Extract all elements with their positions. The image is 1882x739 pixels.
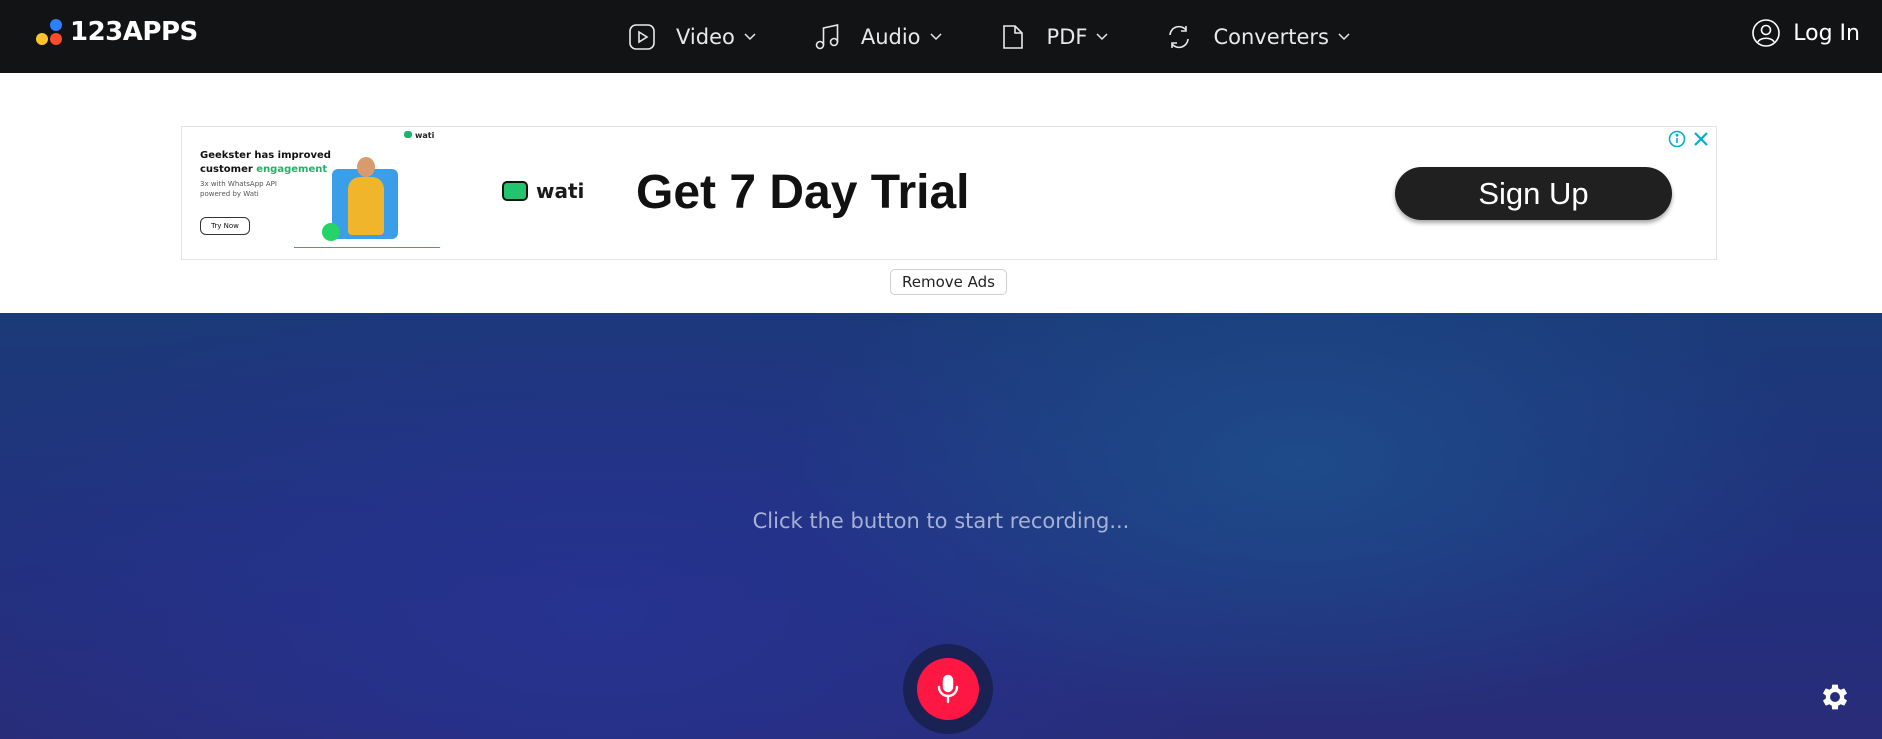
nav-item-pdf[interactable]: PDF — [999, 23, 1110, 51]
nav-label-video: Video — [676, 24, 735, 49]
chevron-down-icon — [1096, 32, 1108, 40]
user-icon — [1752, 19, 1781, 47]
recording-status-text: Click the button to start recording... — [752, 509, 1130, 533]
ad-small-headline: Geekster has improved customer engagemen… — [200, 150, 331, 175]
ad-sign-up-button[interactable]: Sign Up — [1395, 167, 1672, 220]
record-button[interactable] — [917, 658, 979, 720]
record-button-ring — [903, 644, 993, 734]
logo-dots-icon — [34, 17, 64, 47]
nav-label-pdf: PDF — [1046, 24, 1088, 49]
chevron-down-icon — [744, 32, 756, 40]
ad-small-subtext: 3x with WhatsApp API powered by Wati — [200, 180, 277, 198]
chat-bubble-icon — [502, 181, 528, 201]
music-note-icon — [815, 23, 839, 49]
video-icon — [629, 23, 655, 50]
ad-mini-brand: wati — [404, 131, 434, 140]
main-nav: Video Audio PDF Converters — [628, 0, 1407, 73]
ad-info-icon[interactable] — [1668, 130, 1686, 148]
microphone-icon — [937, 674, 959, 704]
nav-item-audio[interactable]: Audio — [813, 23, 943, 51]
advertisement-banner[interactable]: wati Geekster has improved customer enga… — [181, 126, 1717, 260]
chevron-down-icon — [930, 32, 942, 40]
whatsapp-icon — [322, 223, 340, 241]
logo-text: 123APPS — [70, 17, 198, 47]
nav-label-audio: Audio — [860, 24, 921, 49]
login-label: Log In — [1793, 20, 1860, 46]
top-navigation-bar: 123APPS Video Audio PDF Converters Log I… — [0, 0, 1882, 73]
ad-brand-logo: wati — [502, 179, 584, 203]
ad-person-image — [348, 157, 384, 237]
ad-close-icon[interactable] — [1692, 130, 1710, 148]
remove-ads-button[interactable]: Remove Ads — [890, 269, 1007, 295]
settings-gear-icon[interactable] — [1818, 680, 1852, 714]
nav-item-converters[interactable]: Converters — [1165, 23, 1351, 51]
nav-item-video[interactable]: Video — [628, 23, 757, 51]
document-icon — [1002, 24, 1023, 49]
recorder-panel: Click the button to start recording... — [0, 313, 1882, 739]
ad-try-now-button: Try Now — [200, 217, 250, 235]
login-button[interactable]: Log In — [1751, 18, 1860, 48]
ad-headline: Get 7 Day Trial — [636, 166, 970, 219]
chevron-down-icon — [1338, 32, 1350, 40]
nav-label-converters: Converters — [1213, 24, 1329, 49]
logo[interactable]: 123APPS — [34, 16, 198, 48]
ad-creative-image: wati Geekster has improved customer enga… — [182, 127, 442, 259]
convert-icon — [1169, 25, 1190, 48]
